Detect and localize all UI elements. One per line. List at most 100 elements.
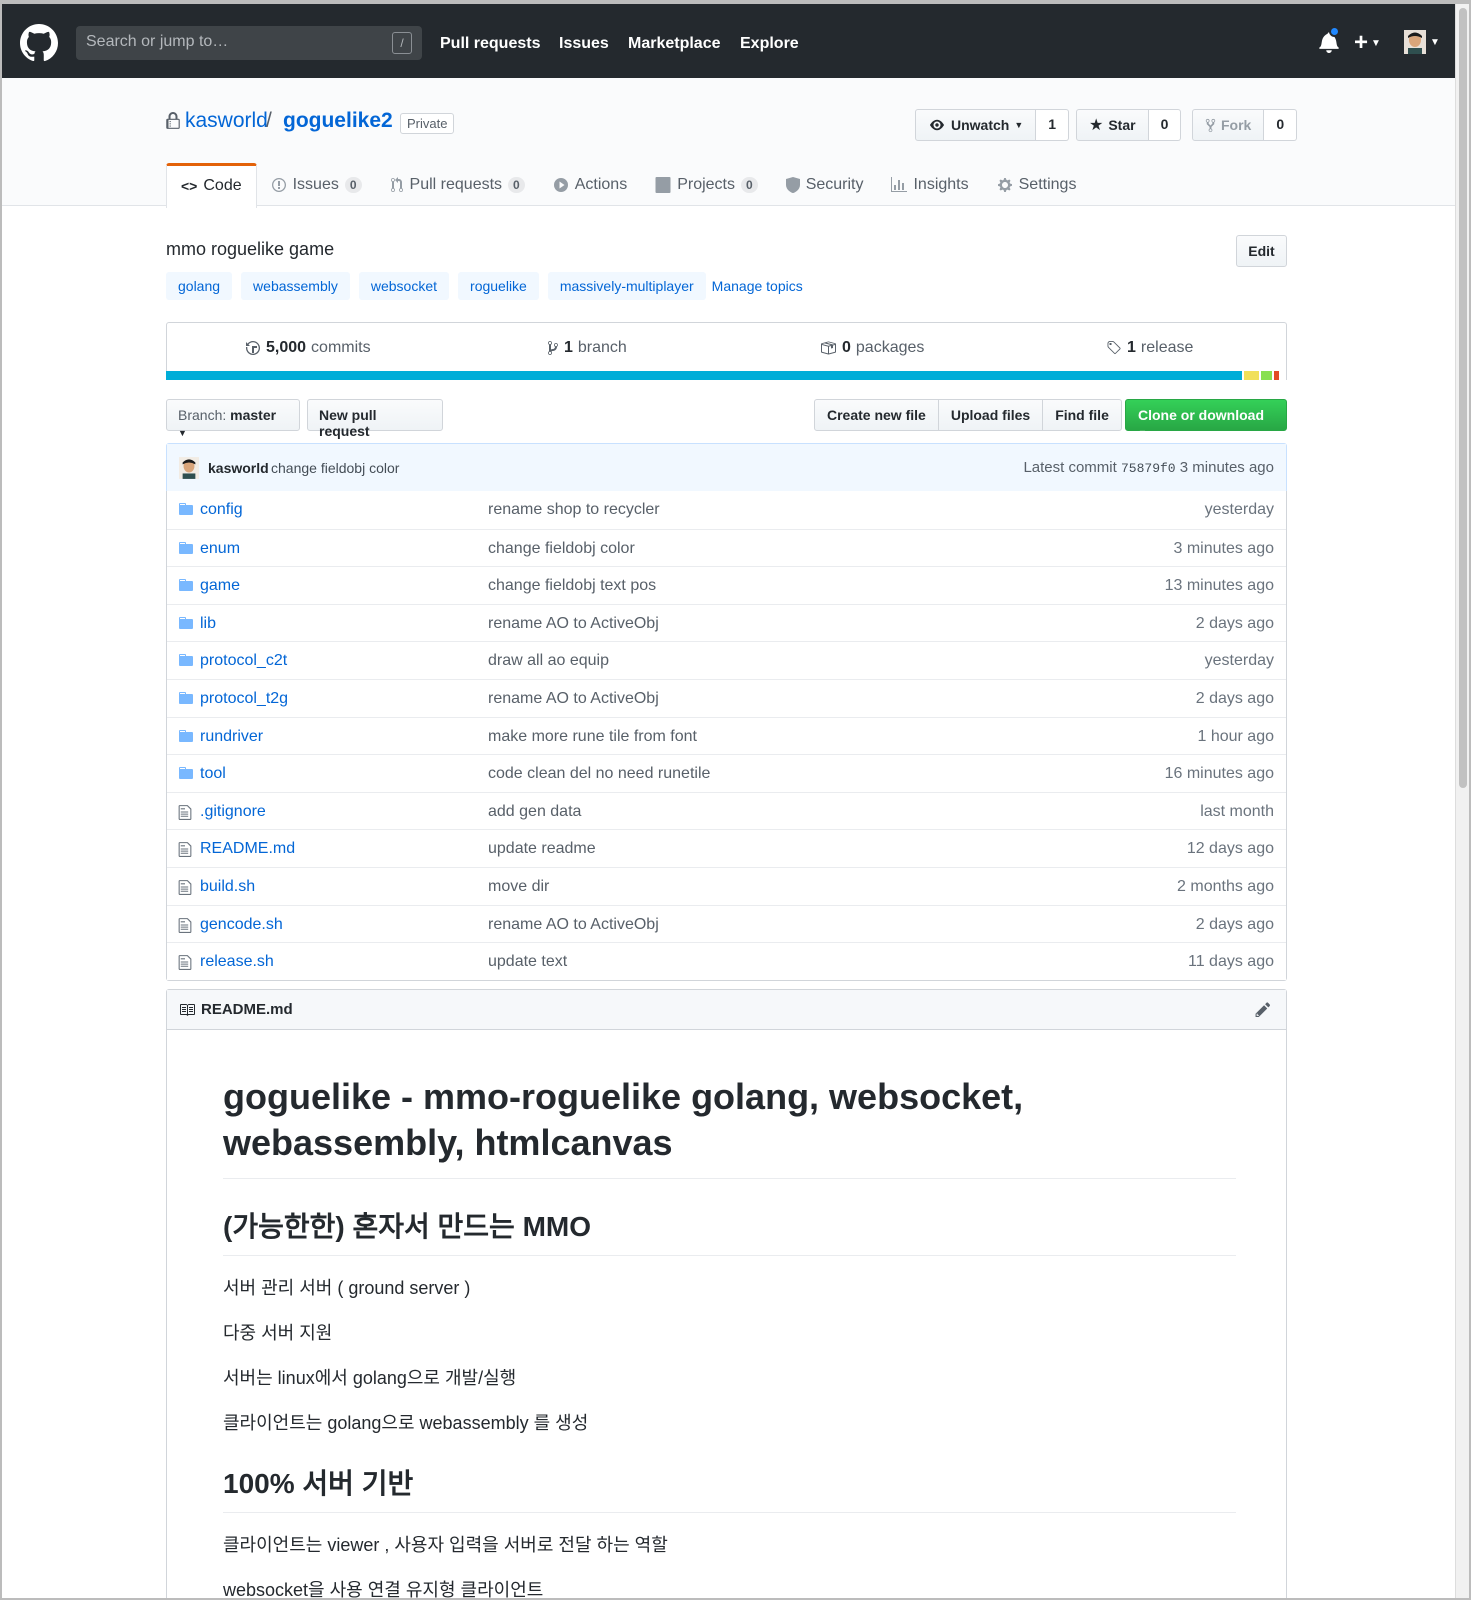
branches-link[interactable]: 1 branch [547,339,627,357]
readme-filename: README.md [201,1001,293,1018]
watchers-count[interactable]: 1 [1036,109,1070,141]
pencil-icon[interactable] [1255,1001,1271,1018]
play-icon [553,178,568,192]
file-name-link[interactable]: .gitignore [200,803,266,821]
language-segment[interactable] [1242,371,1259,380]
file-name-link[interactable]: game [200,577,240,595]
file-name-link[interactable]: protocol_t2g [200,690,288,708]
github-logo-icon[interactable] [20,24,58,62]
tab-security[interactable]: Security [772,163,878,207]
commit-sha-link[interactable]: 75879f0 [1121,461,1176,476]
topic-tag[interactable]: golang [166,272,233,300]
tab-projects-label: Projects [677,176,735,193]
file-commit-age: 2 days ago [1195,689,1274,707]
file-name-link[interactable]: lib [200,615,216,633]
create-new-menu[interactable]: + ▼ [1354,29,1381,57]
upload-files-button[interactable]: Upload files [937,399,1044,431]
unwatch-button[interactable]: Unwatch ▼ [915,109,1037,141]
releases-link[interactable]: 1 release [1106,339,1193,357]
user-menu[interactable]: ▼ [1404,30,1440,58]
language-segment[interactable] [1272,371,1280,380]
language-segment[interactable] [1258,371,1273,380]
scrollbar-thumb[interactable] [1459,8,1467,788]
file-name-link[interactable]: build.sh [200,878,255,896]
new-pull-request-button[interactable]: New pull request [307,399,443,439]
table-row: gencode.sh rename AO to ActiveObj 2 days a… [167,904,1286,943]
repo-owner-link[interactable]: kasworld [185,109,268,133]
nav-pull-requests[interactable]: Pull requests [440,35,540,53]
clone-or-download-button[interactable]: Clone or download ▼ [1125,399,1287,438]
language-segment[interactable] [166,371,1243,380]
topic-tag[interactable]: roguelike [458,272,539,300]
table-row: enum change fieldobj color 3 minutes ago [167,528,1286,567]
tab-settings-label: Settings [1018,176,1077,193]
project-icon [655,177,671,193]
create-new-file-button[interactable]: Create new file [814,399,939,431]
commit-author-link[interactable]: kasworld [208,460,269,476]
file-commit-message-link[interactable]: move dir [488,878,549,896]
stars-count[interactable]: 0 [1148,109,1182,141]
file-commit-message-link[interactable]: add gen data [488,803,581,821]
edit-description-button[interactable]: Edit [1236,235,1287,267]
plus-icon: + [1354,29,1369,56]
file-name-link[interactable]: tool [200,765,226,783]
forks-count[interactable]: 0 [1264,109,1298,141]
tab-projects[interactable]: Projects 0 [641,163,771,207]
file-commit-message-link[interactable]: change fieldobj text pos [488,577,656,595]
file-name-link[interactable]: config [200,501,243,519]
tab-insights[interactable]: Insights [877,163,982,207]
file-name-link[interactable]: enum [200,540,240,558]
file-commit-message-link[interactable]: draw all ao equip [488,652,609,670]
chevron-down-icon: ▼ [1371,38,1381,50]
file-commit-message-link[interactable]: rename AO to ActiveObj [488,690,659,708]
nav-marketplace[interactable]: Marketplace [628,35,721,53]
notification-dot [1329,26,1340,37]
file-commit-message-link[interactable]: rename AO to ActiveObj [488,615,659,633]
file-commit-message-link[interactable]: update readme [488,840,596,858]
file-commit-message-link[interactable]: update text [488,953,567,971]
nav-issues[interactable]: Issues [559,35,609,53]
file-commit-message-link[interactable]: rename AO to ActiveObj [488,916,659,934]
avatar[interactable] [179,456,199,480]
star-button[interactable]: ★ Star [1076,109,1149,141]
commits-link[interactable]: 5,000 commits [245,339,371,357]
chevron-down-icon: ▼ [178,428,187,438]
branches-count: 1 [564,339,573,356]
file-commit-message-link[interactable]: rename shop to recycler [488,501,660,519]
chevron-down-icon: ▼ [1430,37,1440,48]
topic-tag[interactable]: massively-multiplayer [547,272,706,300]
tab-issues[interactable]: Issues 0 [257,163,376,207]
file-name-link[interactable]: release.sh [200,953,274,971]
commit-message-link[interactable]: change fieldobj color [271,460,399,476]
tab-code-label: Code [203,177,242,194]
topic-tag[interactable]: websocket [358,272,450,300]
topic-tag[interactable]: webassembly [241,272,350,300]
file-name-link[interactable]: protocol_c2t [200,652,287,670]
global-header: Search or jump to… / Pull requests Issue… [2,4,1457,78]
file-name-link[interactable]: gencode.sh [200,916,283,934]
file-commit-message-link[interactable]: code clean del no need runetile [488,765,710,783]
file-commit-message-link[interactable]: change fieldobj color [488,540,635,558]
file-name-link[interactable]: rundriver [200,728,263,746]
tab-code[interactable]: <> Code [166,163,257,208]
language-bar[interactable] [166,371,1287,380]
search-input[interactable]: Search or jump to… / [76,26,422,60]
manage-topics-link[interactable]: Manage topics [712,278,803,294]
fork-button[interactable]: Fork [1192,109,1265,141]
tab-issues-label: Issues [292,176,339,193]
tab-actions[interactable]: Actions [539,163,641,207]
file-name-link[interactable]: README.md [200,840,295,858]
tab-pull-requests[interactable]: Pull requests 0 [376,163,539,207]
tab-insights-label: Insights [913,176,969,193]
packages-link[interactable]: 0 packages [819,339,924,357]
find-file-button[interactable]: Find file [1042,399,1122,431]
page-scrollbar[interactable] [1455,4,1469,1598]
folder-icon [178,541,194,560]
file-list: config rename shop to recycler yesterday en… [166,491,1287,981]
tab-settings[interactable]: Settings [983,163,1091,207]
gear-icon [997,178,1012,192]
nav-explore[interactable]: Explore [740,35,799,53]
branch-select-button[interactable]: Branch: master ▼ [166,399,300,438]
repo-name-link[interactable]: goguelike2 [283,109,393,133]
file-commit-message-link[interactable]: make more rune tile from font [488,728,697,746]
